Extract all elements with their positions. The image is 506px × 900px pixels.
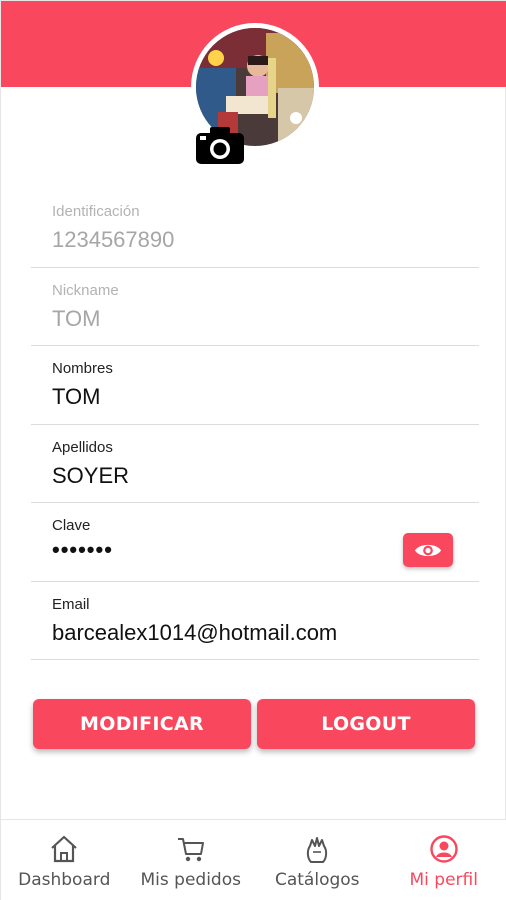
logout-button[interactable]: LOGOUT xyxy=(257,699,475,749)
id-field: Identificación 1234567890 xyxy=(31,189,479,268)
eye-icon xyxy=(414,544,442,556)
profile-screen: Identificación 1234567890 Nickname TOM N… xyxy=(0,0,506,900)
email-field[interactable]: Email barcealex1014@hotmail.com xyxy=(31,582,479,660)
camera-icon[interactable] xyxy=(195,125,245,165)
tab-catalogs-label: Catálogos xyxy=(274,870,360,890)
email-label: Email xyxy=(52,595,90,613)
id-label: Identificación xyxy=(52,203,140,220)
password-field[interactable]: Clave ••••••• xyxy=(31,503,479,582)
password-label: Clave xyxy=(52,517,91,534)
surnames-field[interactable]: Apellidos SOYER xyxy=(31,425,479,503)
tab-profile-label: Mi perfil xyxy=(409,870,478,890)
tab-dashboard-label: Dashboard xyxy=(18,870,111,890)
names-label: Nombres xyxy=(52,360,113,377)
catalog-icon xyxy=(307,837,328,863)
surnames-input[interactable]: SOYER xyxy=(52,463,129,489)
names-field[interactable]: Nombres TOM xyxy=(31,346,479,425)
nickname-field: Nickname TOM xyxy=(31,268,479,346)
profile-form: Identificación 1234567890 Nickname TOM N… xyxy=(31,189,479,660)
tab-dashboard[interactable]: Dashboard xyxy=(1,820,128,900)
cart-icon xyxy=(177,838,204,862)
bottom-tab-bar: Dashboard Mis pedidos Catálogos Mi perfi… xyxy=(1,819,506,900)
surnames-label: Apellidos xyxy=(52,438,113,456)
nickname-value: TOM xyxy=(52,305,101,331)
password-input[interactable]: ••••••• xyxy=(52,537,113,563)
user-circle-icon xyxy=(430,835,458,863)
id-value: 1234567890 xyxy=(52,227,175,252)
modify-button[interactable]: MODIFICAR xyxy=(33,699,251,749)
tab-orders-label: Mis pedidos xyxy=(140,870,241,890)
tab-catalogs[interactable]: Catálogos xyxy=(254,820,381,900)
nickname-label: Nickname xyxy=(52,281,119,299)
tab-profile[interactable]: Mi perfil xyxy=(381,820,506,900)
email-input[interactable]: barcealex1014@hotmail.com xyxy=(52,620,337,646)
home-icon xyxy=(51,835,77,863)
tab-orders[interactable]: Mis pedidos xyxy=(128,820,255,900)
names-input[interactable]: TOM xyxy=(52,384,100,410)
show-password-button[interactable] xyxy=(403,533,453,567)
